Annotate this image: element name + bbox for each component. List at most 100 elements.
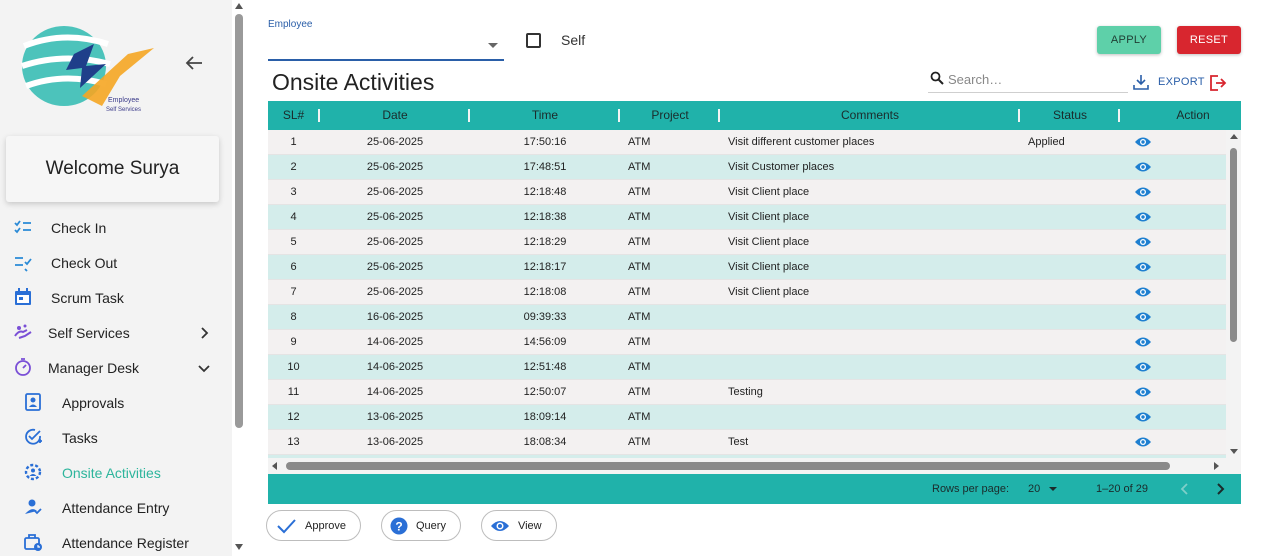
- cell-comments: Visit Client place: [728, 236, 810, 248]
- self-checkbox-group[interactable]: Self: [526, 32, 585, 48]
- sidebar-item-approvals[interactable]: Approvals: [0, 385, 232, 420]
- task-check-icon: [25, 428, 42, 445]
- cell-date: 25-06-2025: [366, 236, 424, 248]
- scrollbar-thumb[interactable]: [1230, 148, 1237, 342]
- cell-time: 18:08:34: [523, 436, 567, 448]
- checklist-icon: [14, 220, 31, 234]
- table-row[interactable]: 13 13-06-2025 18:08:34 ATM Test: [268, 430, 1226, 455]
- view-eye-icon[interactable]: [1134, 261, 1152, 273]
- view-eye-icon[interactable]: [1134, 211, 1152, 223]
- table-row[interactable]: 6 25-06-2025 12:18:17 ATM Visit Client place: [268, 255, 1226, 280]
- cell-project: ATM: [628, 311, 651, 323]
- table-row[interactable]: 5 25-06-2025 12:18:29 ATM Visit Client place: [268, 230, 1226, 255]
- ess-logo: Employee Self Services: [21, 26, 154, 113]
- column-header-time[interactable]: Time: [470, 101, 620, 130]
- rows-per-page-select[interactable]: 20: [1028, 483, 1040, 495]
- cell-sl: 3: [290, 186, 297, 198]
- cell-time: 12:18:08: [523, 286, 567, 298]
- scroll-up-arrow-icon[interactable]: [235, 3, 243, 9]
- cell-project: ATM: [628, 136, 651, 148]
- table-row[interactable]: 7 25-06-2025 12:18:08 ATM Visit Client place: [268, 280, 1226, 305]
- sidebar-item-attendance-register[interactable]: Attendance Register: [0, 525, 232, 556]
- sidebar-item-scrum-task[interactable]: Scrum Task: [0, 280, 232, 315]
- cell-time: 17:48:51: [523, 161, 567, 173]
- cell-comments: [728, 330, 1018, 355]
- cell-comments: [728, 405, 1018, 430]
- view-button[interactable]: View: [480, 510, 557, 541]
- scrollbar-thumb[interactable]: [286, 462, 1170, 470]
- cell-sl: 12: [287, 411, 300, 423]
- column-header-status[interactable]: Status: [1020, 101, 1120, 130]
- table-row[interactable]: 10 14-06-2025 12:51:48 ATM: [268, 355, 1226, 380]
- approve-button[interactable]: Approve: [266, 510, 361, 541]
- column-header-comments[interactable]: Comments: [720, 101, 1020, 130]
- column-header-project[interactable]: Project: [620, 101, 720, 130]
- table-row[interactable]: 12 13-06-2025 18:09:14 ATM: [268, 405, 1226, 430]
- employee-select[interactable]: Employee: [268, 16, 504, 61]
- self-checkbox[interactable]: [526, 32, 541, 48]
- scroll-up-arrow-icon[interactable]: [1230, 134, 1238, 139]
- table-row[interactable]: 9 14-06-2025 14:56:09 ATM: [268, 330, 1226, 355]
- sidebar-item-manager-desk[interactable]: Manager Desk: [0, 350, 232, 385]
- query-button[interactable]: ? Query: [380, 510, 461, 541]
- sidebar-item-label: Approvals: [62, 394, 125, 411]
- sidebar: Employee Self Services Welcome Surya Che…: [0, 0, 232, 556]
- table-horizontal-scrollbar[interactable]: [268, 458, 1241, 474]
- logout-icon[interactable]: [1209, 74, 1227, 92]
- table-body: 1 25-06-2025 17:50:16 ATM Visit different cu…: [268, 130, 1226, 458]
- view-eye-icon[interactable]: [1134, 336, 1152, 348]
- scroll-left-arrow-icon[interactable]: [272, 462, 277, 470]
- view-eye-icon[interactable]: [1134, 236, 1152, 248]
- cell-project: ATM: [628, 361, 651, 373]
- reset-button[interactable]: RESET: [1177, 26, 1241, 54]
- view-eye-icon[interactable]: [1134, 436, 1152, 448]
- scroll-down-arrow-icon[interactable]: [1230, 449, 1238, 454]
- previous-page-icon[interactable]: [1178, 481, 1192, 497]
- cell-time: 12:18:38: [523, 211, 567, 223]
- scrollbar-thumb[interactable]: [235, 14, 243, 428]
- view-eye-icon[interactable]: [1134, 136, 1152, 148]
- view-eye-icon[interactable]: [1134, 286, 1152, 298]
- view-eye-icon[interactable]: [1134, 311, 1152, 323]
- search-input[interactable]: [948, 69, 1126, 89]
- sidebar-item-tasks[interactable]: Tasks: [0, 420, 232, 455]
- view-eye-icon[interactable]: [1134, 386, 1152, 398]
- search-box[interactable]: [928, 67, 1128, 93]
- welcome-card: Welcome Surya: [6, 136, 219, 202]
- view-eye-icon[interactable]: [1134, 186, 1152, 198]
- dropdown-caret-icon[interactable]: [1049, 487, 1057, 491]
- view-eye-icon[interactable]: [1134, 411, 1152, 423]
- cell-project: ATM: [628, 436, 651, 448]
- table-row[interactable]: 4 25-06-2025 12:18:38 ATM Visit Client place: [268, 205, 1226, 230]
- view-eye-icon[interactable]: [1134, 161, 1152, 173]
- table-row[interactable]: 1 25-06-2025 17:50:16 ATM Visit different cu…: [268, 130, 1226, 155]
- sidebar-item-check-in[interactable]: Check In: [0, 210, 232, 245]
- scroll-right-arrow-icon[interactable]: [1214, 462, 1219, 470]
- table-row[interactable]: 3 25-06-2025 12:18:48 ATM Visit Client place: [268, 180, 1226, 205]
- table-row[interactable]: 11 14-06-2025 12:50:07 ATM Testing: [268, 380, 1226, 405]
- svg-text:Employee: Employee: [108, 97, 139, 104]
- column-header-sl[interactable]: SL#: [268, 101, 319, 130]
- sidebar-item-self-services[interactable]: Self Services: [0, 315, 232, 350]
- table-row[interactable]: 8 16-06-2025 09:39:33 ATM: [268, 305, 1226, 330]
- back-arrow-icon[interactable]: [184, 54, 204, 72]
- cell-status: [1028, 330, 1118, 355]
- cell-comments: Visit Client place: [728, 286, 810, 298]
- main-content: Employee Self APPLY RESET Onsite Activit…: [246, 0, 1276, 556]
- sidebar-item-attendance-entry[interactable]: Attendance Entry: [0, 490, 232, 525]
- sidebar-item-onsite-activities[interactable]: Onsite Activities: [0, 455, 232, 490]
- column-header-date[interactable]: Date: [320, 101, 470, 130]
- table-row[interactable]: 2 25-06-2025 17:48:51 ATM Visit Customer pla…: [268, 155, 1226, 180]
- cell-sl: 13: [287, 436, 300, 448]
- table-vertical-scrollbar[interactable]: [1226, 130, 1241, 458]
- cell-sl: 7: [290, 286, 297, 298]
- sidebar-nav: Check In Check Out Scrum Task Self Servi…: [0, 210, 232, 556]
- next-page-icon[interactable]: [1213, 481, 1227, 497]
- view-eye-icon[interactable]: [1134, 361, 1152, 373]
- export-button[interactable]: EXPORT: [1133, 74, 1205, 90]
- sidebar-item-check-out[interactable]: Check Out: [0, 245, 232, 280]
- scroll-down-arrow-icon[interactable]: [235, 544, 243, 550]
- sidebar-scrollbar[interactable]: [232, 0, 246, 556]
- apply-button[interactable]: APPLY: [1097, 26, 1161, 54]
- gear-person-icon: [24, 463, 42, 481]
